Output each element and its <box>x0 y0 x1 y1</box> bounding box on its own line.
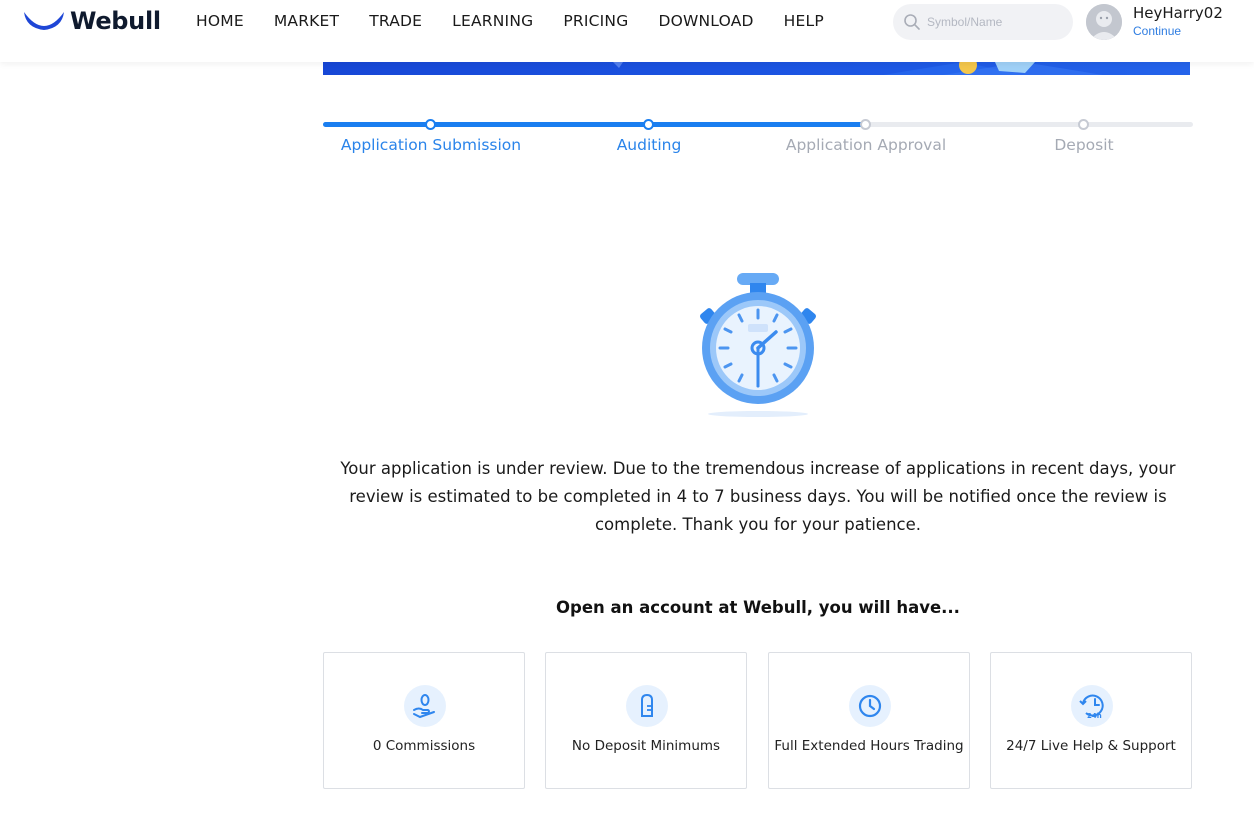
benefit-card-extended-hours: Full Extended Hours Trading <box>768 652 970 789</box>
benefit-card-deposit: No Deposit Minimums <box>545 652 747 789</box>
step-label-approval: Application Approval <box>785 136 947 154</box>
search-input[interactable] <box>927 15 1057 29</box>
step-label-deposit: Deposit <box>1054 136 1114 154</box>
no-deposit-icon <box>626 685 668 727</box>
svg-text:24h: 24h <box>1087 712 1102 720</box>
nav-home[interactable]: HOME <box>196 12 244 30</box>
zero-commission-hand-icon <box>404 685 446 727</box>
clock-icon <box>849 685 891 727</box>
step-dot-auditing <box>643 119 654 130</box>
search-box[interactable] <box>893 4 1073 40</box>
user-avatar-icon <box>1086 4 1122 40</box>
benefits-title: Open an account at Webull, you will have… <box>556 598 960 617</box>
nav-trade[interactable]: TRADE <box>369 12 422 30</box>
user-menu[interactable]: HeyHarry02 Continue <box>1133 4 1223 38</box>
continue-link[interactable]: Continue <box>1133 24 1223 38</box>
24h-support-icon: 24h <box>1071 685 1113 727</box>
avatar[interactable] <box>1086 4 1122 40</box>
nav-download[interactable]: DOWNLOAD <box>658 12 753 30</box>
nav-learning[interactable]: LEARNING <box>452 12 533 30</box>
webull-logo-icon <box>24 12 64 30</box>
benefit-label: 24/7 Live Help & Support <box>1006 738 1176 754</box>
benefit-card-support: 24h 24/7 Live Help & Support <box>990 652 1192 789</box>
promo-banner[interactable] <box>323 62 1190 75</box>
stopwatch-icon <box>700 273 816 417</box>
nav-help[interactable]: HELP <box>784 12 824 30</box>
application-progress: Application Submission Auditing Applicat… <box>323 118 1193 158</box>
search-icon <box>904 14 920 30</box>
main-nav: HOME MARKET TRADE LEARNING PRICING DOWNL… <box>196 12 854 30</box>
benefit-label: No Deposit Minimums <box>571 738 721 754</box>
brand-name: Webull <box>70 7 161 35</box>
step-dot-submission <box>425 119 436 130</box>
step-dot-deposit <box>1078 119 1089 130</box>
username: HeyHarry02 <box>1133 4 1223 22</box>
nav-market[interactable]: MARKET <box>274 12 339 30</box>
webull-logo[interactable]: Webull <box>22 6 161 36</box>
nav-pricing[interactable]: PRICING <box>563 12 628 30</box>
step-label-auditing: Auditing <box>616 136 682 154</box>
step-dot-approval <box>860 119 871 130</box>
step-label-submission: Application Submission <box>340 136 522 154</box>
benefit-label: Full Extended Hours Trading <box>774 738 964 754</box>
progress-fill <box>323 122 866 127</box>
benefit-card-commissions: 0 Commissions <box>323 652 525 789</box>
review-status-message: Your application is under review. Due to… <box>340 459 1176 534</box>
banner-decoration <box>613 62 1103 75</box>
top-navigation-bar: Webull HOME MARKET TRADE LEARNING PRICIN… <box>0 0 1254 62</box>
benefit-label: 0 Commissions <box>372 738 476 754</box>
